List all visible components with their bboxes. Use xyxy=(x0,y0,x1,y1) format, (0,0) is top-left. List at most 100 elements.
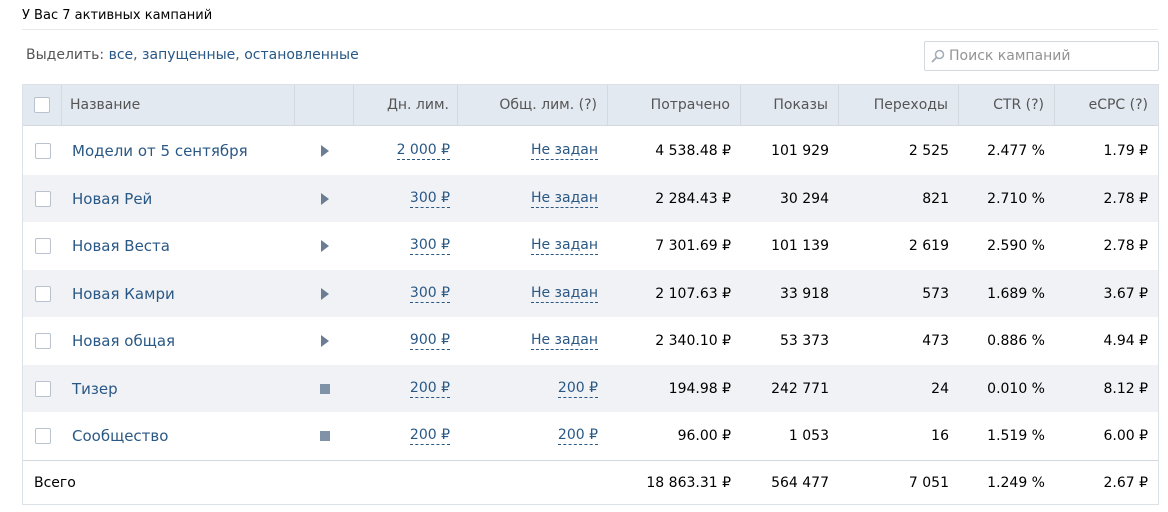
header-select-cell xyxy=(23,85,62,125)
select-separator: , xyxy=(235,47,240,63)
campaign-name-link[interactable]: Новая Веста xyxy=(72,237,170,255)
campaign-summary: У Вас 7 активных кампаний xyxy=(22,8,213,23)
table-row: Тизер 200 ₽ 200 ₽ 194.98 ₽ 242 771 24 0.… xyxy=(23,365,1158,412)
day-limit-link[interactable]: 200 ₽ xyxy=(409,380,450,398)
total-shows: 564 477 xyxy=(771,474,829,491)
select-separator: , xyxy=(133,47,138,63)
header-day-limit[interactable]: Дн. лим. xyxy=(354,85,458,125)
day-limit-link[interactable]: 300 ₽ xyxy=(409,190,450,208)
campaign-name-link[interactable]: Новая Камри xyxy=(72,285,175,303)
select-all-link[interactable]: все xyxy=(109,47,134,63)
spent-cell: 96.00 ₽ xyxy=(677,428,731,444)
table-row: Новая Камри 300 ₽ Не задан 2 107.63 ₽ 33… xyxy=(23,270,1158,317)
campaign-name-link[interactable]: Модели от 5 сентября xyxy=(72,142,248,160)
header-total-limit[interactable]: Общ. лим. (?) xyxy=(458,85,608,125)
ecpc-cell: 8.12 ₽ xyxy=(1103,380,1148,397)
row-checkbox[interactable] xyxy=(34,190,51,207)
ecpc-cell: 6.00 ₽ xyxy=(1103,428,1148,444)
play-icon[interactable] xyxy=(320,287,329,300)
total-limit-link[interactable]: Не задан xyxy=(530,142,598,160)
shows-cell: 33 918 xyxy=(780,285,829,302)
ctr-cell: 1.689 % xyxy=(987,285,1045,302)
shows-cell: 242 771 xyxy=(771,380,829,397)
header-ctr[interactable]: CTR (?) xyxy=(959,85,1055,125)
total-ecpc: 2.67 ₽ xyxy=(1103,474,1148,491)
ctr-cell: 1.519 % xyxy=(987,428,1045,444)
select-all-checkbox[interactable] xyxy=(34,97,50,113)
clicks-cell: 16 xyxy=(931,428,949,444)
select-running-link[interactable]: запущенные xyxy=(142,47,235,63)
row-checkbox[interactable] xyxy=(34,428,51,444)
header-spent[interactable]: Потрачено xyxy=(608,85,741,125)
day-limit-link[interactable]: 200 ₽ xyxy=(409,427,450,445)
day-limit-link[interactable]: 300 ₽ xyxy=(409,237,450,255)
play-icon[interactable] xyxy=(320,192,329,205)
play-icon[interactable] xyxy=(320,335,329,347)
ecpc-cell: 3.67 ₽ xyxy=(1103,285,1148,302)
search-box[interactable] xyxy=(924,41,1159,71)
row-checkbox[interactable] xyxy=(34,380,51,397)
campaign-name-link[interactable]: Сообщество xyxy=(72,427,168,445)
stop-icon[interactable] xyxy=(319,431,330,441)
row-checkbox[interactable] xyxy=(34,285,51,302)
table-row: Модели от 5 сентября 2 000 ₽ Не задан 4 … xyxy=(23,126,1158,175)
total-limit-link[interactable]: 200 ₽ xyxy=(557,380,598,398)
clicks-cell: 573 xyxy=(922,285,949,302)
ecpc-cell: 2.78 ₽ xyxy=(1103,238,1148,254)
clicks-cell: 2 525 xyxy=(908,142,949,159)
stop-icon[interactable] xyxy=(319,383,330,394)
day-limit-link[interactable]: 300 ₽ xyxy=(409,285,450,303)
ecpc-cell: 1.79 ₽ xyxy=(1103,142,1148,159)
table-row: Новая Веста 300 ₽ Не задан 7 301.69 ₽ 10… xyxy=(23,222,1158,270)
divider xyxy=(22,29,1158,30)
spent-cell: 4 538.48 ₽ xyxy=(655,142,731,159)
total-limit-link[interactable]: 200 ₽ xyxy=(557,427,598,445)
shows-cell: 101 929 xyxy=(771,142,829,159)
ctr-cell: 0.010 % xyxy=(987,380,1045,397)
ctr-cell: 2.590 % xyxy=(987,238,1045,254)
shows-cell: 1 053 xyxy=(788,428,829,444)
table-row: Новая Рей 300 ₽ Не задан 2 284.43 ₽ 30 2… xyxy=(23,175,1158,222)
campaign-name-link[interactable]: Новая Рей xyxy=(72,190,152,208)
ctr-cell: 2.710 % xyxy=(987,190,1045,207)
campaigns-table: Название Дн. лим. Общ. лим. (?) Потрачен… xyxy=(22,84,1159,505)
table-row: Новая общая 900 ₽ Не задан 2 340.10 ₽ 53… xyxy=(23,317,1158,365)
search-input[interactable] xyxy=(949,48,1149,64)
shows-cell: 101 139 xyxy=(771,238,829,254)
row-checkbox[interactable] xyxy=(34,333,51,349)
ctr-cell: 0.886 % xyxy=(987,333,1045,349)
select-filter: Выделить: все, запущенные, остановленные xyxy=(26,47,359,63)
total-limit-link[interactable]: Не задан xyxy=(530,332,598,350)
ecpc-cell: 4.94 ₽ xyxy=(1103,333,1148,349)
total-limit-link[interactable]: Не задан xyxy=(530,285,598,303)
shows-cell: 53 373 xyxy=(780,333,829,349)
search-icon xyxy=(931,49,945,63)
spent-cell: 2 284.43 ₽ xyxy=(655,190,731,207)
header-shows[interactable]: Показы xyxy=(741,85,839,125)
campaign-name-link[interactable]: Новая общая xyxy=(72,332,175,350)
row-checkbox[interactable] xyxy=(34,142,51,159)
total-label: Всего xyxy=(34,474,76,491)
spent-cell: 2 107.63 ₽ xyxy=(655,285,731,302)
total-clicks: 7 051 xyxy=(908,474,949,491)
spent-cell: 194.98 ₽ xyxy=(668,380,731,397)
total-limit-link[interactable]: Не задан xyxy=(530,237,598,255)
select-stopped-link[interactable]: остановленные xyxy=(244,47,359,63)
row-checkbox[interactable] xyxy=(34,238,51,254)
total-row: Всего 18 863.31 ₽ 564 477 7 051 1.249 % … xyxy=(23,460,1158,504)
campaign-name-link[interactable]: Тизер xyxy=(72,380,118,398)
header-name[interactable]: Название xyxy=(62,85,295,125)
select-label: Выделить: xyxy=(26,47,105,63)
clicks-cell: 821 xyxy=(922,190,949,207)
total-limit-link[interactable]: Не задан xyxy=(530,190,598,208)
play-icon[interactable] xyxy=(320,144,329,157)
ctr-cell: 2.477 % xyxy=(987,142,1045,159)
header-clicks[interactable]: Переходы xyxy=(839,85,959,125)
ecpc-cell: 2.78 ₽ xyxy=(1103,190,1148,207)
header-ecpc[interactable]: eCPC (?) xyxy=(1055,85,1158,125)
clicks-cell: 2 619 xyxy=(908,238,949,254)
play-icon[interactable] xyxy=(320,240,329,252)
spent-cell: 7 301.69 ₽ xyxy=(655,238,731,254)
day-limit-link[interactable]: 2 000 ₽ xyxy=(396,142,450,160)
day-limit-link[interactable]: 900 ₽ xyxy=(409,332,450,350)
